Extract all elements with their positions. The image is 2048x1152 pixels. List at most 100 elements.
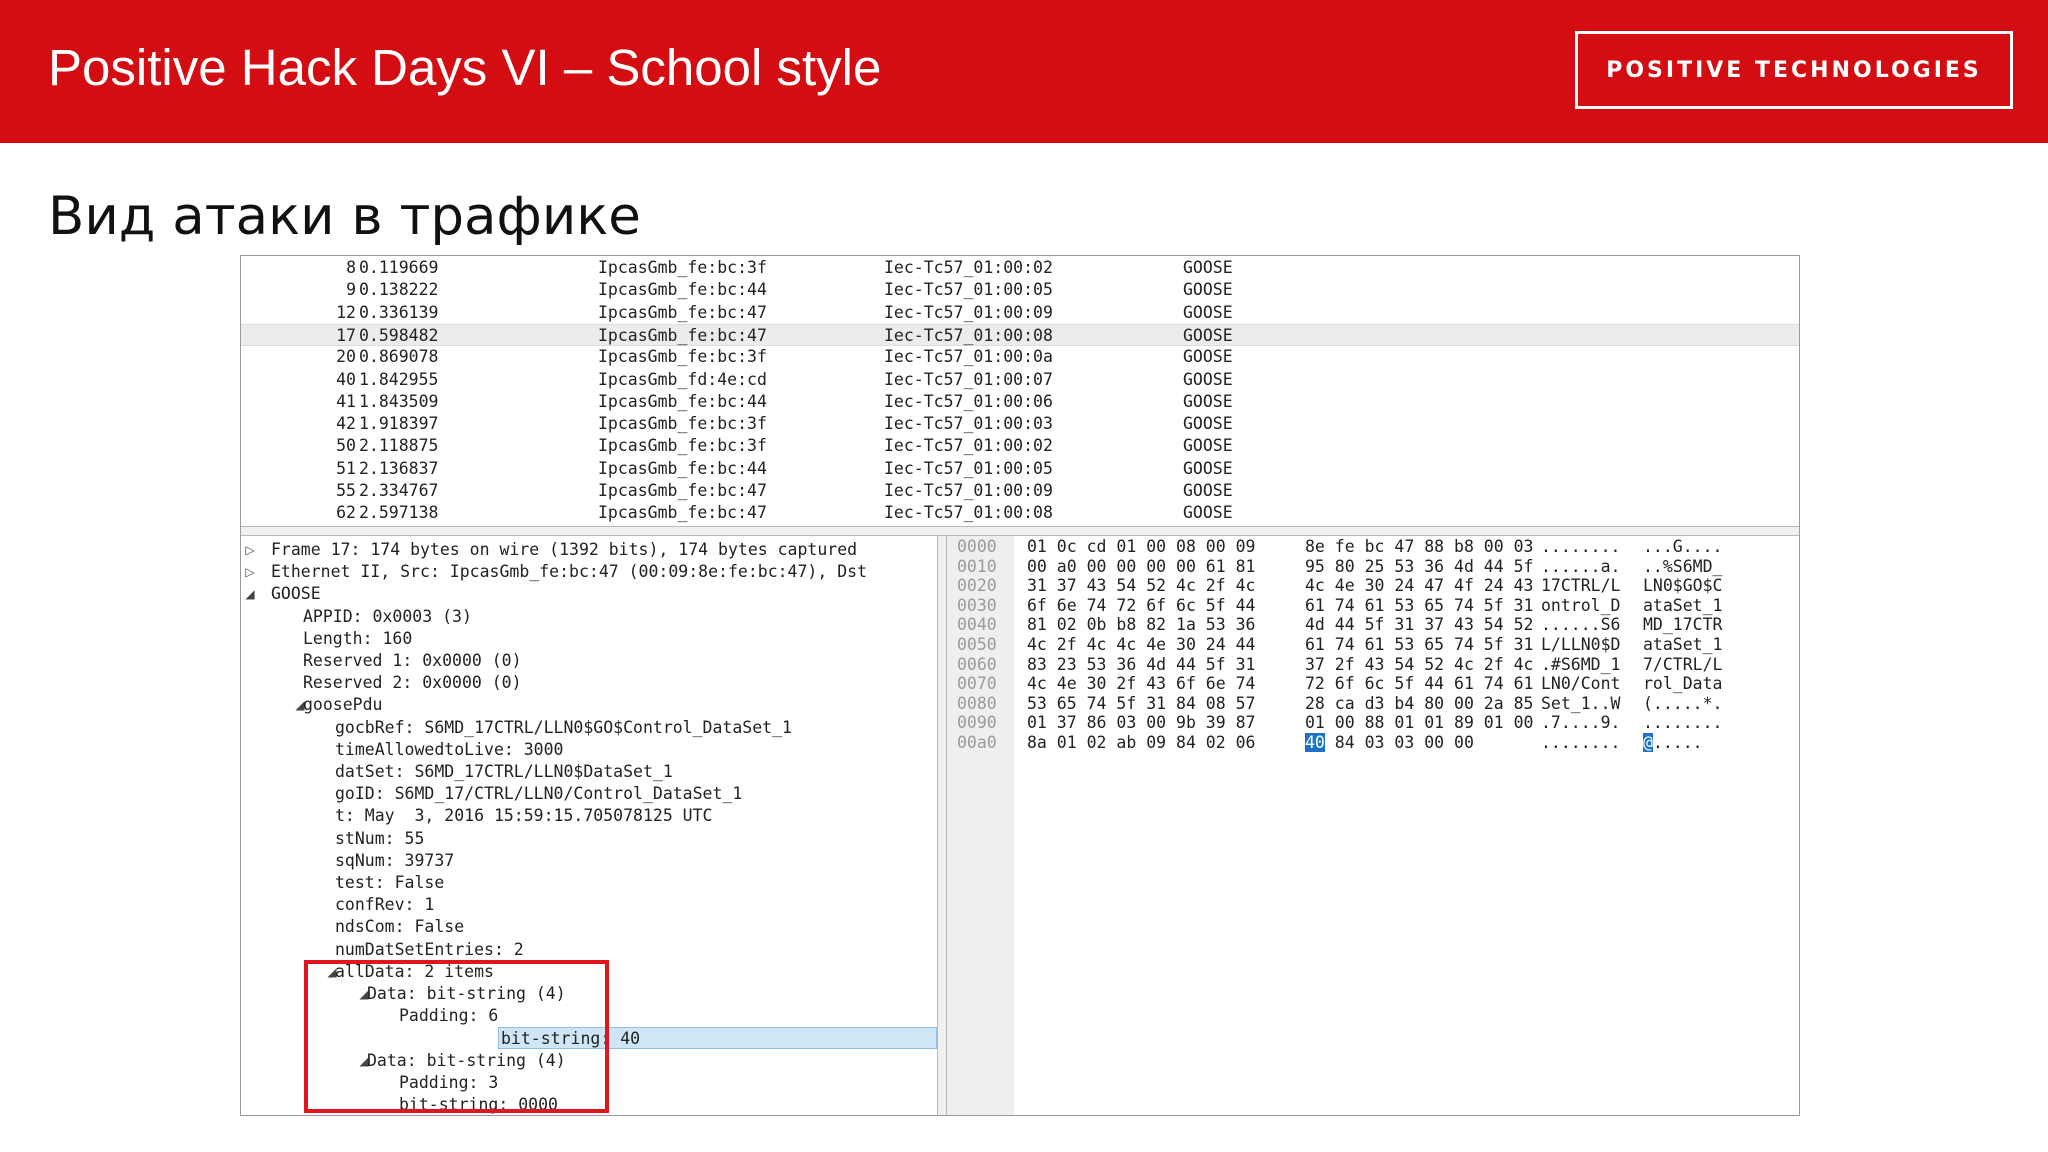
hex-bytes[interactable]: 40 84 03 03 00 00 — [1305, 733, 1474, 753]
detail-label: goosePdu — [303, 695, 383, 715]
hex-bytes[interactable]: 83 23 53 36 4d 44 5f 31 — [1027, 655, 1255, 675]
detail-row[interactable]: stNum: 55 — [241, 828, 937, 850]
packet-source: IpcasGmb_fe:bc:47 — [598, 481, 767, 500]
packet-time: 2.334767 — [359, 481, 439, 500]
packet-protocol: GOOSE — [1183, 458, 1233, 478]
hex-bytes[interactable]: 61 74 61 53 65 74 5f 31 — [1305, 635, 1533, 655]
packet-row[interactable]: 12 0.336139 IpcasGmb_fe:bc:47 Iec-Tc57_01:0… — [241, 302, 1799, 324]
packet-time: 0.119669 — [359, 258, 439, 277]
hex-bytes[interactable]: 28 ca d3 b4 80 00 2a 85 — [1305, 694, 1533, 714]
collapse-triangle-icon[interactable]: ▷ — [243, 539, 257, 561]
packet-row[interactable]: 41 1.843509 IpcasGmb_fe:bc:44 Iec-Tc57_01:0… — [241, 391, 1799, 413]
hex-bytes[interactable]: 4c 4e 30 24 47 4f 24 43 — [1305, 576, 1533, 596]
hex-row[interactable]: 0050 4c 2f 4c 4c 4e 30 24 44 61 74 61 53 6… — [947, 635, 1799, 655]
hex-row[interactable]: 0060 83 23 53 36 4d 44 5f 31 37 2f 43 54 5… — [947, 655, 1799, 675]
detail-row[interactable]: ◢ goosePdu — [241, 694, 937, 716]
detail-row[interactable]: timeAllowedtoLive: 3000 — [241, 739, 937, 761]
hex-bytes[interactable]: 37 2f 43 54 52 4c 2f 4c — [1305, 655, 1533, 675]
packet-row[interactable]: 51 2.136837 IpcasGmb_fe:bc:44 Iec-Tc57_01:0… — [241, 458, 1799, 480]
pane-splitter-vertical[interactable] — [937, 536, 947, 1115]
packet-row[interactable]: 50 2.118875 IpcasGmb_fe:bc:3f Iec-Tc57_01:0… — [241, 435, 1799, 457]
hex-bytes[interactable]: 6f 6e 74 72 6f 6c 5f 44 — [1027, 596, 1255, 616]
packet-row[interactable]: 55 2.334767 IpcasGmb_fe:bc:47 Iec-Tc57_01:0… — [241, 480, 1799, 502]
hex-bytes[interactable]: 81 02 0b b8 82 1a 53 36 — [1027, 615, 1255, 635]
hex-row[interactable]: 00a0 8a 01 02 ab 09 84 02 06 40 84 03 03 0… — [947, 733, 1799, 753]
detail-row[interactable]: APPID: 0x0003 (3) — [241, 606, 937, 628]
packet-number: 42 — [336, 414, 356, 434]
detail-row[interactable]: numDatSetEntries: 2 — [241, 939, 937, 961]
detail-row[interactable]: datSet: S6MD_17CTRL/LLN0$DataSet_1 — [241, 761, 937, 783]
packet-row[interactable]: 40 1.842955 IpcasGmb_fd:4e:cd Iec-Tc57_01:0… — [241, 369, 1799, 391]
hex-row[interactable]: 0030 6f 6e 74 72 6f 6c 5f 44 61 74 61 53 6… — [947, 596, 1799, 616]
detail-row[interactable]: ▷ Frame 17: 174 bytes on wire (1392 bits)… — [241, 539, 937, 561]
hex-bytes[interactable]: 4c 2f 4c 4c 4e 30 24 44 — [1027, 635, 1255, 655]
hex-row[interactable]: 0090 01 37 86 03 00 9b 39 87 01 00 88 01 0… — [947, 713, 1799, 733]
detail-label: goID: S6MD_17/CTRL/LLN0/Control_DataSet_… — [335, 784, 743, 804]
hex-row[interactable]: 0040 81 02 0b b8 82 1a 53 36 4d 44 5f 31 3… — [947, 615, 1799, 635]
hex-ascii: (.....*. — [1643, 693, 1723, 713]
detail-label: Length: 160 — [303, 628, 413, 648]
pane-splitter-horizontal[interactable] — [241, 526, 1799, 536]
packet-number: 51 — [336, 458, 356, 478]
packet-time: 2.597138 — [359, 503, 439, 523]
packet-source: IpcasGmb_fe:bc:44 — [598, 458, 767, 478]
hex-ascii: ...G.... — [1643, 537, 1723, 556]
packet-bytes-pane[interactable]: 0000 01 0c cd 01 00 08 00 09 8e fe bc 47 8… — [947, 536, 1799, 1115]
hex-bytes[interactable]: 00 a0 00 00 00 00 61 81 — [1027, 557, 1255, 577]
hex-bytes[interactable]: 95 80 25 53 36 4d 44 5f — [1305, 557, 1533, 577]
detail-row[interactable]: Reserved 2: 0x0000 (0) — [241, 672, 937, 694]
hex-row[interactable]: 0000 01 0c cd 01 00 08 00 09 8e fe bc 47 8… — [947, 537, 1799, 557]
hex-ascii-rest: ..... — [1652, 733, 1703, 752]
hex-ascii: ataSet_1 — [1643, 595, 1723, 615]
detail-row[interactable]: test: False — [241, 872, 937, 894]
hex-row[interactable]: 0080 53 65 74 5f 31 84 08 57 28 ca d3 b4 8… — [947, 694, 1799, 714]
packet-row[interactable]: 17 0.598482 IpcasGmb_fe:bc:47 Iec-Tc57_01:0… — [241, 323, 1799, 346]
packet-protocol: GOOSE — [1183, 391, 1233, 411]
detail-row[interactable]: t: May 3, 2016 15:59:15.705078125 UTC — [241, 805, 937, 827]
hex-row[interactable]: 0010 00 a0 00 00 00 00 61 81 95 80 25 53 3… — [947, 557, 1799, 577]
hex-ascii: ......S6 — [1541, 615, 1621, 635]
packet-row[interactable]: 20 0.869078 IpcasGmb_fe:bc:3f Iec-Tc57_01:0… — [241, 346, 1799, 368]
packet-list-pane[interactable]: 8 0.119669 IpcasGmb_fe:bc:3f Iec-Tc57_01:00… — [241, 256, 1799, 526]
hex-bytes[interactable]: 8a 01 02 ab 09 84 02 06 — [1027, 733, 1255, 753]
packet-row[interactable]: 42 1.918397 IpcasGmb_fe:bc:3f Iec-Tc57_01:0… — [241, 413, 1799, 435]
packet-protocol: GOOSE — [1183, 414, 1233, 434]
hex-bytes[interactable]: 01 0c cd 01 00 08 00 09 — [1027, 537, 1255, 557]
collapse-triangle-icon[interactable]: ▷ — [243, 561, 257, 583]
hex-bytes[interactable]: 72 6f 6c 5f 44 61 74 61 — [1305, 674, 1533, 694]
hex-bytes[interactable]: 4d 44 5f 31 37 43 54 52 — [1305, 615, 1533, 635]
detail-row[interactable]: sqNum: 39737 — [241, 850, 937, 872]
hex-bytes[interactable]: 01 00 88 01 01 89 01 00 — [1305, 713, 1533, 733]
hex-offset: 0080 — [957, 693, 997, 713]
packet-row[interactable]: 8 0.119669 IpcasGmb_fe:bc:3f Iec-Tc57_01:00… — [241, 257, 1799, 279]
hex-bytes[interactable]: 4c 4e 30 2f 43 6f 6e 74 — [1027, 674, 1255, 694]
detail-row[interactable]: goID: S6MD_17/CTRL/LLN0/Control_DataSet_… — [241, 783, 937, 805]
detail-row[interactable]: Reserved 1: 0x0000 (0) — [241, 650, 937, 672]
hex-ascii: ........ — [1643, 713, 1723, 733]
packet-destination: Iec-Tc57_01:00:08 — [884, 503, 1053, 523]
packet-source: IpcasGmb_fe:bc:3f — [598, 414, 767, 434]
hex-bytes[interactable]: 53 65 74 5f 31 84 08 57 — [1027, 694, 1255, 714]
hex-bytes[interactable]: 31 37 43 54 52 4c 2f 4c — [1027, 576, 1255, 596]
packet-row[interactable]: 62 2.597138 IpcasGmb_fe:bc:47 Iec-Tc57_01:0… — [241, 502, 1799, 524]
detail-row[interactable]: gocbRef: S6MD_17CTRL/LLN0$GO$Control_Dat… — [241, 717, 937, 739]
hex-bytes[interactable]: 01 37 86 03 00 9b 39 87 — [1027, 713, 1255, 733]
hex-bytes[interactable]: 61 74 61 53 65 74 5f 31 — [1305, 596, 1533, 616]
hex-selected-byte[interactable]: 40 — [1305, 733, 1325, 752]
hex-row[interactable]: 0020 31 37 43 54 52 4c 2f 4c 4c 4e 30 24 4… — [947, 576, 1799, 596]
packet-protocol: GOOSE — [1183, 347, 1233, 367]
hex-row[interactable]: 0070 4c 4e 30 2f 43 6f 6e 74 72 6f 6c 5f 4… — [947, 674, 1799, 694]
expand-triangle-icon[interactable]: ◢ — [243, 583, 257, 605]
detail-row[interactable]: Length: 160 — [241, 628, 937, 650]
detail-row[interactable]: ▷ Ethernet II, Src: IpcasGmb_fe:bc:47 (00… — [241, 561, 937, 583]
packet-time: 0.869078 — [359, 347, 439, 367]
detail-row[interactable]: confRev: 1 — [241, 894, 937, 916]
hex-ascii: Set_1..W — [1541, 693, 1621, 713]
hex-offset: 0010 — [957, 556, 997, 576]
detail-row[interactable]: ◢ GOOSE — [241, 583, 937, 605]
detail-label: Frame 17: 174 bytes on wire (1392 bits),… — [271, 540, 858, 559]
hex-bytes[interactable]: 8e fe bc 47 88 b8 00 03 — [1305, 537, 1533, 557]
detail-row[interactable]: ndsCom: False — [241, 916, 937, 938]
packet-row[interactable]: 9 0.138222 IpcasGmb_fe:bc:44 Iec-Tc57_01:00… — [241, 279, 1799, 301]
hex-ascii: ontrol_D — [1541, 595, 1621, 615]
